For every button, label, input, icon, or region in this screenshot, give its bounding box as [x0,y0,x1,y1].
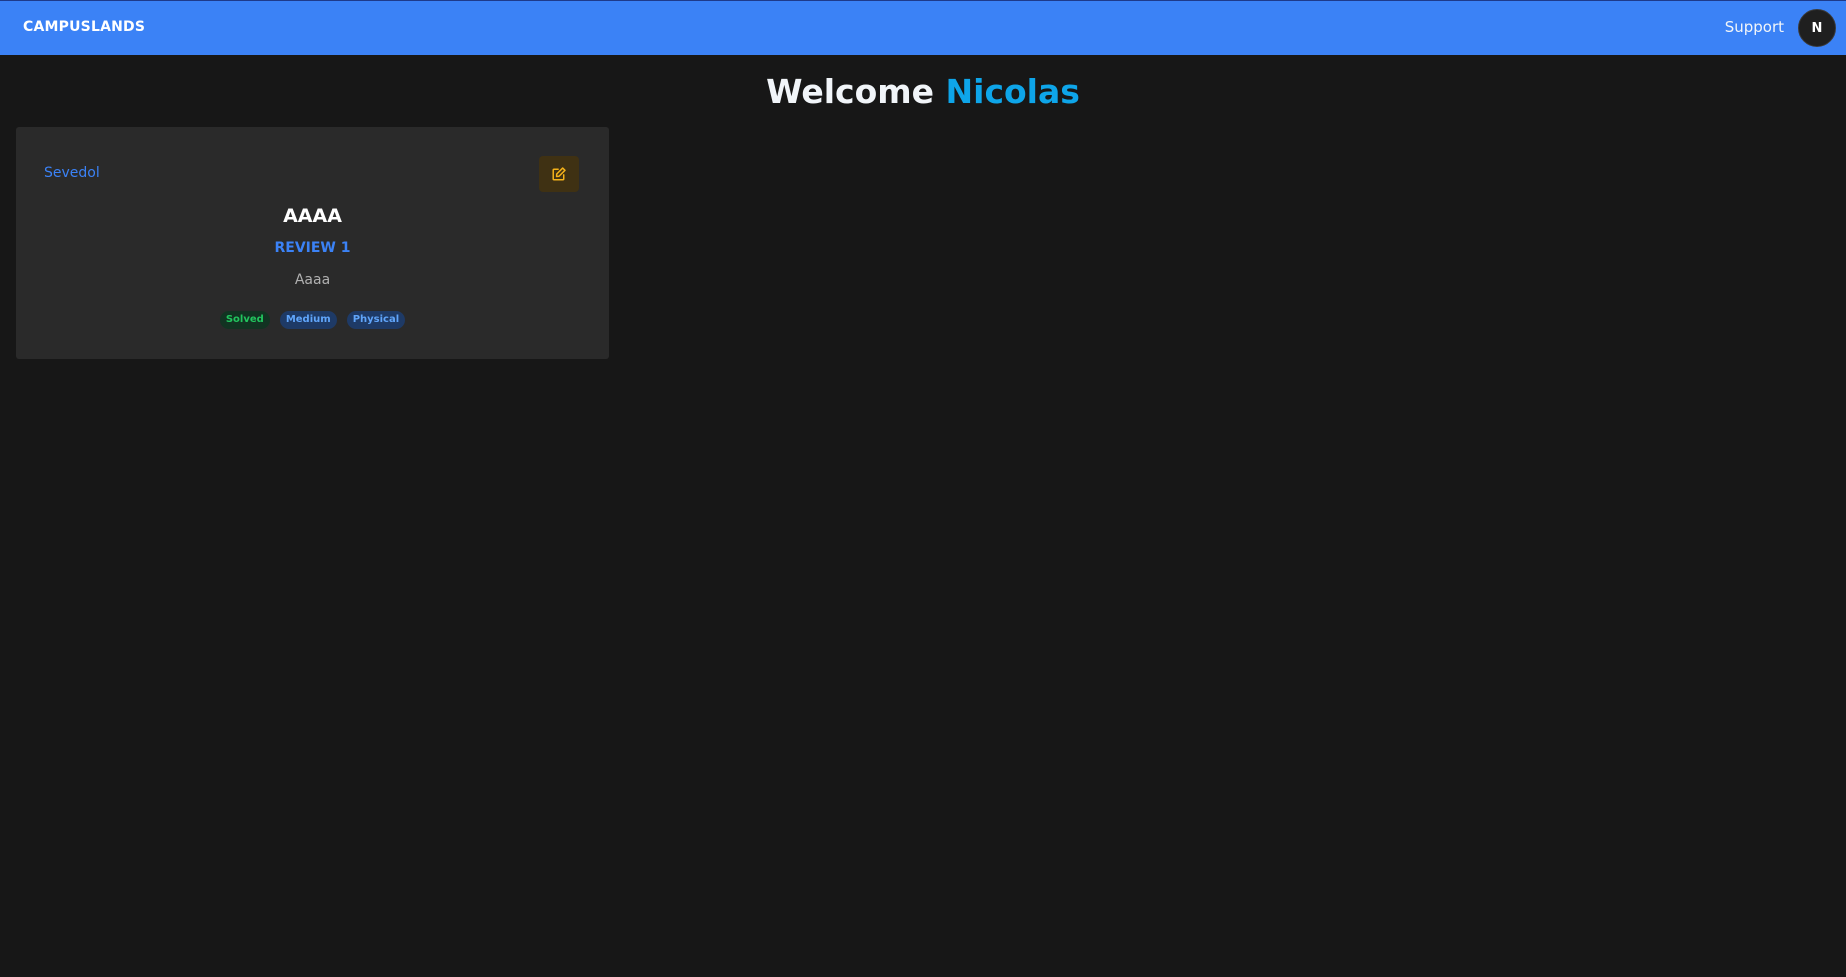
tag-type: Physical [346,311,406,329]
card-tags: Solved Medium Physical [16,311,609,329]
edit-icon [552,167,566,181]
welcome-heading: Welcome Nicolas [0,72,1846,111]
card-author-link[interactable]: Sevedol [44,165,100,181]
card-description: Aaaa [294,272,331,288]
welcome-user-name: Nicolas [945,72,1080,111]
edit-button[interactable] [539,156,579,192]
card-title: AAAA [283,205,342,227]
top-navbar: CAMPUSLANDS Support N [0,0,1846,55]
user-avatar[interactable]: N [1798,9,1836,47]
support-link[interactable]: Support [1725,18,1784,36]
tag-status: Solved [219,311,270,329]
welcome-greeting: Welcome [766,72,935,111]
tag-difficulty: Medium [279,311,337,329]
brand-logo[interactable]: CAMPUSLANDS [23,19,145,35]
card-subtitle: REVIEW 1 [274,240,351,256]
review-card: Sevedol AAAA REVIEW 1 Aaaa Solved Medium… [16,127,609,359]
